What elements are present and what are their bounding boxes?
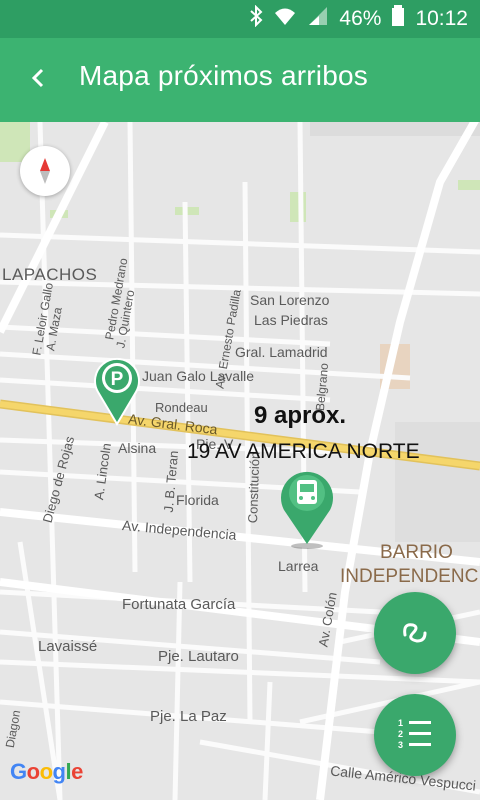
map-label: Fortunata García bbox=[122, 596, 236, 613]
battery-icon bbox=[391, 5, 405, 33]
map-label: Lavaissé bbox=[38, 638, 98, 655]
compass-icon bbox=[20, 158, 70, 200]
svg-text:P: P bbox=[111, 369, 124, 390]
map-label: BARRIO bbox=[380, 542, 453, 563]
map-label: INDEPENDENCIA bbox=[340, 566, 480, 587]
map-label: Pje. Lautaro bbox=[158, 648, 239, 665]
route-button[interactable] bbox=[374, 592, 456, 674]
status-bar: 46% 10:12 bbox=[0, 0, 480, 38]
map-view[interactable]: LAPACHOS BARRIO INDEPENDENCIA San Lorenz… bbox=[0, 122, 480, 800]
svg-text:2: 2 bbox=[398, 729, 403, 739]
svg-text:1: 1 bbox=[398, 718, 403, 728]
parking-pin-icon: P bbox=[94, 357, 140, 426]
map-label: Gral. Lamadrid bbox=[235, 344, 328, 360]
clock: 10:12 bbox=[415, 7, 468, 30]
svg-text:3: 3 bbox=[398, 740, 403, 749]
map-label: Las Piedras bbox=[254, 312, 328, 328]
map-label: Rondeau bbox=[155, 400, 208, 415]
map-label: Florida bbox=[176, 492, 219, 508]
back-button[interactable] bbox=[22, 62, 54, 98]
bus-pin-icon bbox=[281, 471, 333, 549]
arrivals-list-button[interactable]: 1 2 3 bbox=[374, 694, 456, 776]
arrow-back-icon bbox=[29, 63, 47, 97]
page-title: Mapa próximos arribos bbox=[79, 60, 368, 91]
numbered-list-icon: 1 2 3 bbox=[398, 717, 432, 754]
route-icon bbox=[399, 615, 431, 652]
app-bar: Mapa próximos arribos bbox=[0, 38, 480, 122]
map-label: Larrea bbox=[278, 558, 319, 574]
parking-marker[interactable]: P bbox=[92, 354, 142, 431]
map-label: Pje. La Paz bbox=[150, 708, 227, 725]
compass-button[interactable] bbox=[20, 146, 70, 196]
map-label: Alsina bbox=[118, 440, 157, 456]
arrival-line: 19 AV AMERICA NORTE bbox=[187, 440, 420, 463]
map-label: Juan Galo Lavalle bbox=[142, 368, 255, 384]
battery-percent: 46% bbox=[339, 7, 382, 30]
bluetooth-icon bbox=[249, 4, 263, 33]
map-label: San Lorenzo bbox=[250, 292, 330, 308]
google-logo: Google bbox=[10, 759, 83, 784]
arrival-eta: 9 aprox. bbox=[254, 402, 347, 429]
signal-icon bbox=[307, 6, 329, 32]
bus-marker[interactable] bbox=[278, 466, 336, 555]
wifi-icon bbox=[273, 6, 297, 32]
